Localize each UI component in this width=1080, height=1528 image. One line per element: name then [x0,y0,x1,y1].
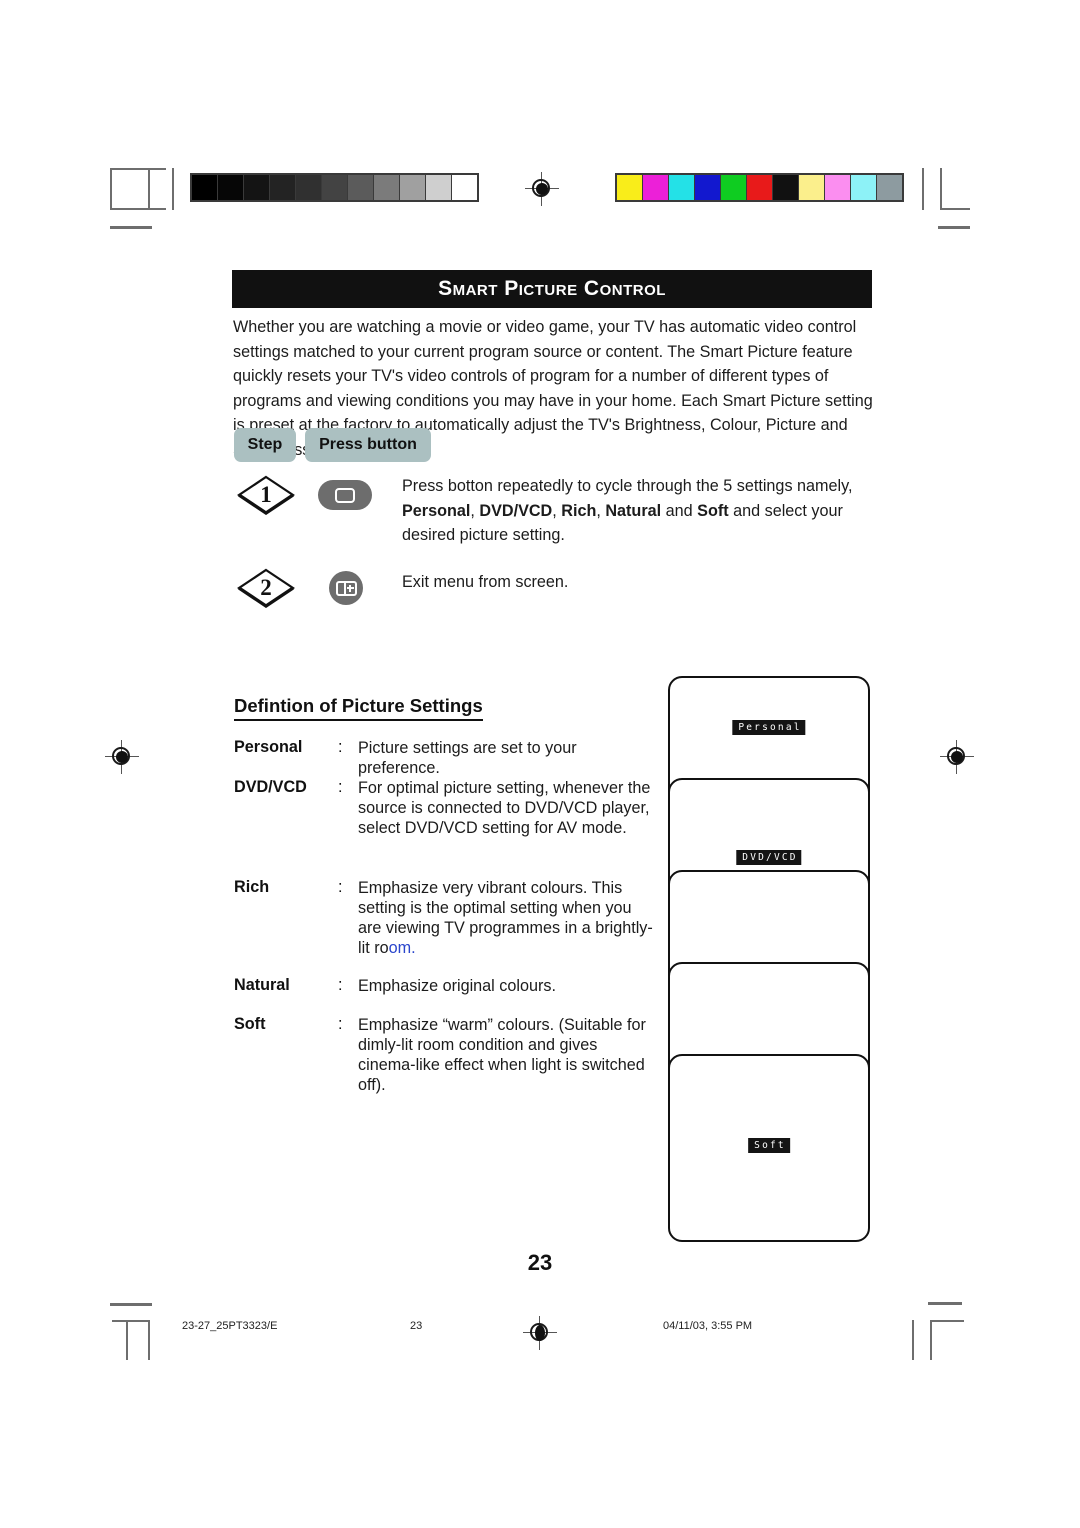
calibration-swatch [322,175,347,200]
screen-glyph [335,487,355,503]
definition-term: Personal [234,738,303,756]
calibration-swatch [426,175,451,200]
calibration-swatch [374,175,399,200]
step-1-instruction: Press botton repeatedly to cycle through… [402,474,882,548]
step-column-header-label: Step [247,436,283,453]
section-title-bar: Smart Picture Control [232,270,872,308]
setting-dvdvcd: DVD/VCD [479,501,553,520]
osd-label: DVD/VCD [736,850,802,865]
step-2-instruction: Exit menu from screen. [402,573,569,591]
calibration-swatch [192,175,217,200]
press-button-column-header: Press button [305,428,431,462]
calibration-swatch [617,175,642,200]
colour-calibration-bar [615,173,904,202]
step-number-1: 1 [260,482,272,507]
definition-colon: : [338,778,343,796]
setting-natural: Natural [605,501,662,520]
manual-page: Smart Picture Control Whether you are wa… [0,0,1080,1528]
definition-description: Emphasize original colours. [358,977,556,995]
tv-screen-stack: Personal DVD/VCD Rich Natural Soft [668,676,870,1242]
osd-label: Soft [748,1138,790,1153]
calibration-swatch [825,175,850,200]
calibration-swatch [244,175,269,200]
osd-label: Personal [732,720,806,735]
step-1-lead: Press botton repeatedly to cycle through… [402,477,853,495]
calibration-swatch [270,175,295,200]
calibration-swatch [218,175,243,200]
definition-colon: : [338,976,343,994]
calibration-swatch [643,175,668,200]
definition-description: Emphasize “warm” colours. (Suitable for … [358,1016,646,1094]
calibration-swatch [348,175,373,200]
page-number: 23 [527,1250,553,1275]
setting-personal: Personal [402,501,471,520]
definition-colon: : [338,1015,343,1033]
footer-page-label: 23 [410,1320,423,1332]
definition-description: Emphasize very vibrant colours. This set… [358,878,658,958]
step-number-diamond-2: 2 [237,568,295,608]
definition-term: Rich [234,878,270,896]
calibration-swatch [669,175,694,200]
sep-2: , [552,501,562,520]
page-title: Smart Picture Control [438,277,666,300]
calibration-swatch [851,175,876,200]
registration-target-icon [525,172,559,206]
tv-screen-soft: Soft [668,1054,870,1242]
definition-description-highlight: om. [388,939,416,957]
definition-description: Picture settings are set to your prefere… [358,739,577,777]
smart-picture-button-icon[interactable] [318,480,372,510]
press-button-column-header-label: Press button [319,436,417,453]
definition-term: Natural [234,976,290,994]
footer-file-reference: 23-27_25PT3323/E [182,1320,278,1332]
calibration-swatch [747,175,772,200]
definition-colon: : [338,738,343,756]
footer-timestamp: 04/11/03, 3:55 PM [663,1320,753,1332]
sep-3: , [596,501,606,520]
grayscale-calibration-bar [190,173,479,202]
registration-target-icon [523,1316,557,1350]
sep-4: and [661,501,698,520]
definition-term: Soft [234,1015,266,1033]
registration-target-icon [105,740,139,774]
calibration-swatch [296,175,321,200]
calibration-swatch [877,175,902,200]
calibration-swatch [773,175,798,200]
step-number-diamond-1: 1 [237,475,295,515]
calibration-swatch [452,175,477,200]
setting-rich: Rich [561,501,597,520]
setting-soft: Soft [697,501,729,520]
definitions-heading: Defintion of Picture Settings [234,695,483,721]
definition-term: DVD/VCD [234,778,307,796]
menu-exit-button-icon[interactable] [329,571,363,605]
menu-glyph [335,580,357,596]
registration-target-icon [940,740,974,774]
calibration-swatch [799,175,824,200]
calibration-swatch [400,175,425,200]
definition-colon: : [338,878,343,896]
step-number-2: 2 [260,575,272,600]
step-column-header: Step [234,428,296,462]
definition-description: For optimal picture setting, whenever th… [358,779,651,837]
calibration-swatch [721,175,746,200]
calibration-swatch [695,175,720,200]
